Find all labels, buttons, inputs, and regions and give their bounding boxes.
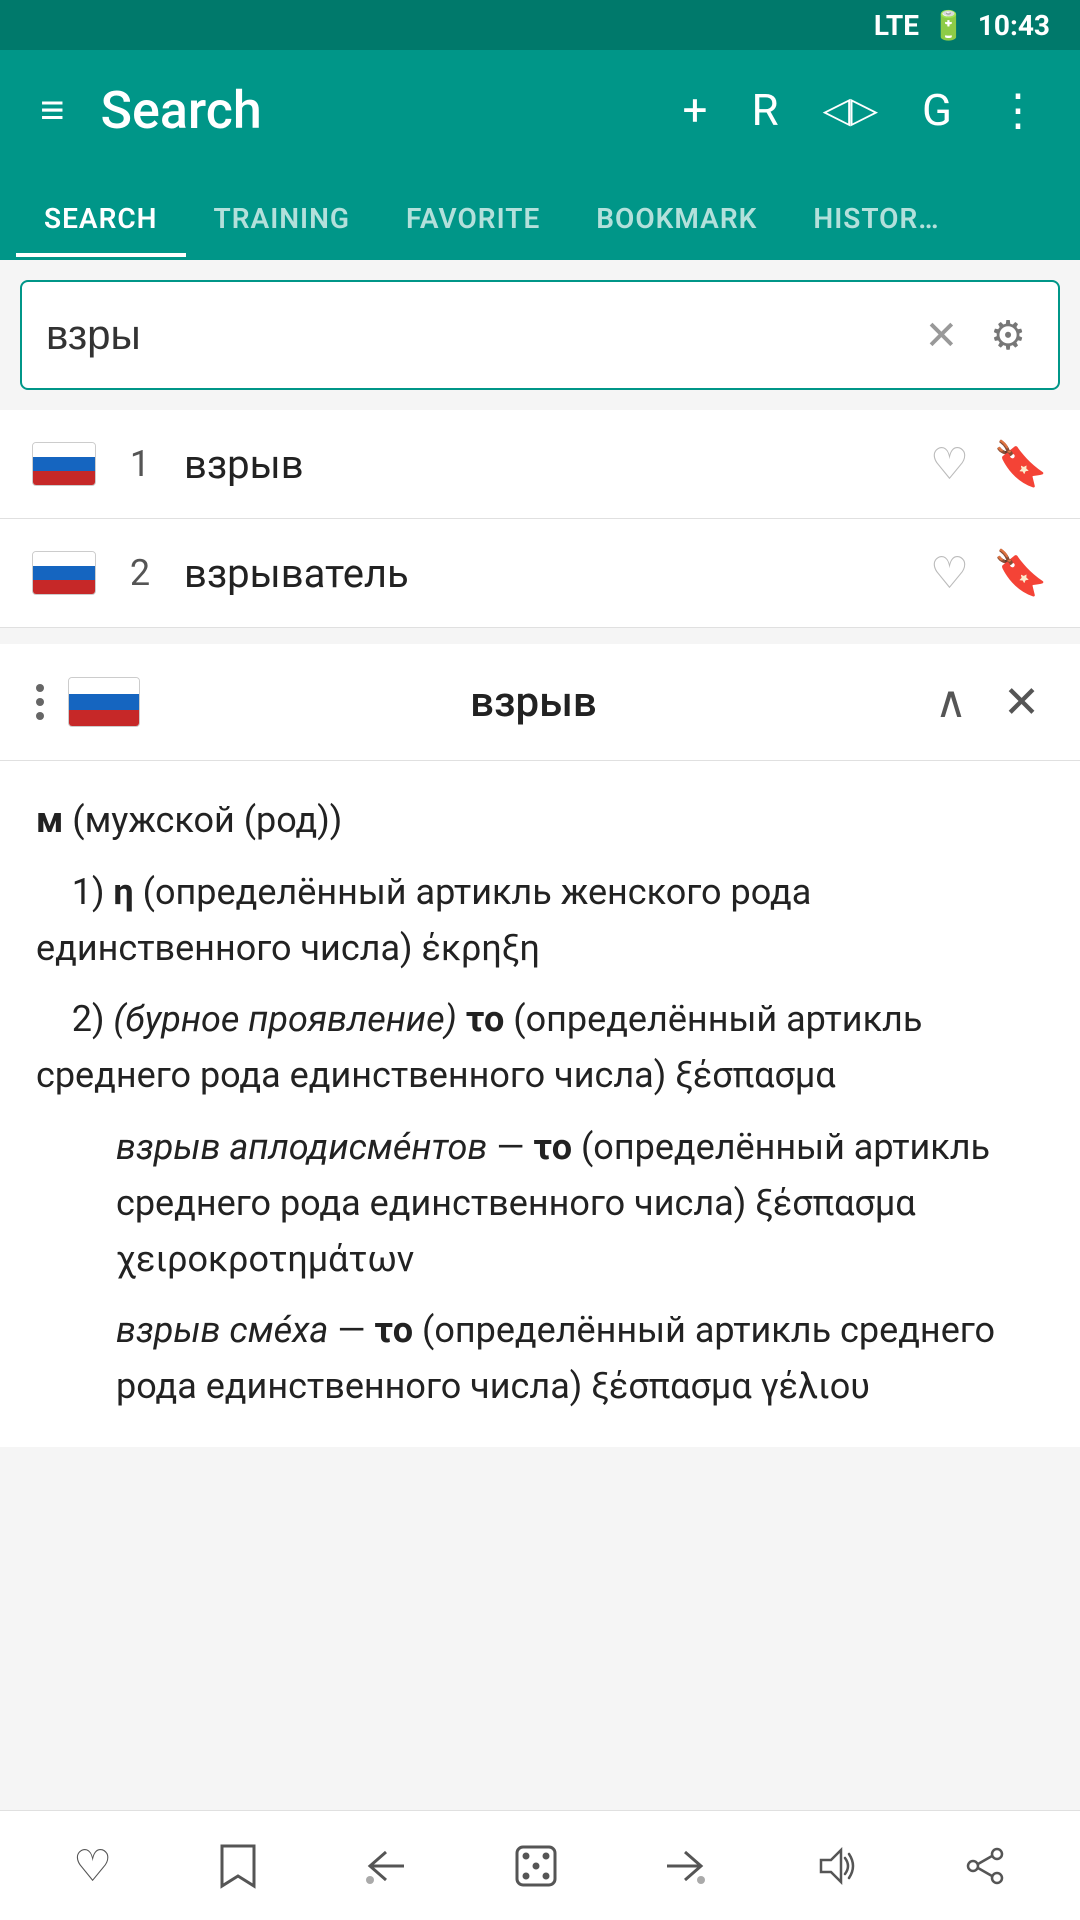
- result-item[interactable]: 2 взрыватель ♡ 🔖: [0, 519, 1080, 628]
- result-actions-2: ♡ 🔖: [930, 547, 1048, 599]
- bottom-bookmark-icon[interactable]: [206, 1830, 270, 1902]
- collapse-icon[interactable]: ∧: [927, 668, 975, 736]
- flag-stripe-red: [33, 580, 95, 594]
- close-detail-icon[interactable]: ✕: [995, 668, 1048, 736]
- dot2: [36, 698, 44, 706]
- flag-stripe-blue: [33, 566, 95, 580]
- status-icons: LTE 🔋 10:43: [874, 9, 1050, 42]
- tab-training[interactable]: TRAINING: [186, 186, 379, 257]
- bottom-share-icon[interactable]: [951, 1832, 1019, 1900]
- tabs-bar: SEARCH TRAINING FAVORITE BOOKMARK HISTOR…: [0, 170, 1080, 260]
- g-label[interactable]: G: [914, 76, 960, 144]
- bottom-action-bar: ♡: [0, 1810, 1080, 1920]
- def-line-2: 2) (бурное проявление) το (определённый …: [36, 992, 1044, 1104]
- detail-panel: взрыв ∧ ✕ м (мужской (род)) 1) η (опреде…: [0, 644, 1080, 1447]
- detail-options-icon[interactable]: [32, 680, 48, 724]
- direction-icon[interactable]: ◁▷: [815, 81, 886, 139]
- flag-stripe-white: [33, 443, 95, 457]
- tab-history[interactable]: HISTOR…: [785, 186, 967, 257]
- detail-flag: [68, 677, 140, 727]
- lte-indicator: LTE: [874, 9, 919, 42]
- russian-flag-1: [32, 442, 96, 486]
- def-example-1: взрыв аплодисме́нтов — το (определённый …: [116, 1120, 1044, 1287]
- result-number-1: 1: [120, 443, 160, 485]
- flag-stripe-red: [69, 710, 139, 726]
- flag-stripe-white: [33, 552, 95, 566]
- more-icon[interactable]: ⋮: [988, 76, 1048, 144]
- result-actions-1: ♡ 🔖: [930, 438, 1048, 490]
- bottom-heart-icon[interactable]: ♡: [61, 1828, 124, 1904]
- flag-stripe-red: [33, 471, 95, 485]
- app-title: Search: [101, 80, 647, 141]
- tab-bookmark[interactable]: BOOKMARK: [568, 186, 785, 257]
- detail-header: взрыв ∧ ✕: [0, 644, 1080, 761]
- favorite-icon-2[interactable]: ♡: [930, 547, 969, 599]
- detail-word-title: взрыв: [160, 678, 907, 727]
- dot3: [36, 712, 44, 720]
- dot1: [36, 684, 44, 692]
- bookmark-icon-1[interactable]: 🔖: [993, 438, 1048, 490]
- time-display: 10:43: [978, 9, 1050, 42]
- result-word-1: взрыв: [184, 441, 906, 488]
- bottom-volume-icon[interactable]: [801, 1832, 869, 1900]
- def-example-2: взрыв сме́ха — το (определённый артикль …: [116, 1303, 1044, 1415]
- tab-search[interactable]: SEARCH: [16, 186, 186, 257]
- search-container: ✕ ⚙: [20, 280, 1060, 390]
- bottom-forward-icon[interactable]: [651, 1836, 719, 1896]
- tab-favorite[interactable]: FAVORITE: [378, 186, 568, 257]
- search-settings-icon[interactable]: ⚙: [982, 304, 1034, 367]
- results-list: 1 взрыв ♡ 🔖 2 взрыватель ♡ 🔖: [0, 410, 1080, 628]
- favorite-icon-1[interactable]: ♡: [930, 438, 969, 490]
- clear-search-icon[interactable]: ✕: [917, 304, 967, 367]
- app-bar: ≡ Search + R ◁▷ G ⋮: [0, 50, 1080, 170]
- bottom-dice-icon[interactable]: [502, 1832, 570, 1900]
- russian-flag-2: [32, 551, 96, 595]
- result-item[interactable]: 1 взрыв ♡ 🔖: [0, 410, 1080, 519]
- flag-stripe-white: [69, 678, 139, 694]
- menu-icon[interactable]: ≡: [32, 78, 73, 143]
- flag-stripe-blue: [69, 694, 139, 710]
- r-label[interactable]: R: [744, 76, 787, 144]
- search-input[interactable]: [46, 311, 917, 359]
- battery-icon: 🔋: [931, 9, 966, 42]
- def-line-gender: м (мужской (род)): [36, 793, 1044, 849]
- result-word-2: взрыватель: [184, 550, 906, 597]
- def-line-1: 1) η (определённый артикль женского рода…: [36, 865, 1044, 977]
- status-bar: LTE 🔋 10:43: [0, 0, 1080, 50]
- definition-content: м (мужской (род)) 1) η (определённый арт…: [0, 761, 1080, 1447]
- bookmark-icon-2[interactable]: 🔖: [993, 547, 1048, 599]
- add-icon[interactable]: +: [675, 76, 716, 144]
- result-number-2: 2: [120, 552, 160, 594]
- flag-stripe-blue: [33, 457, 95, 471]
- bottom-back-icon[interactable]: [352, 1836, 420, 1896]
